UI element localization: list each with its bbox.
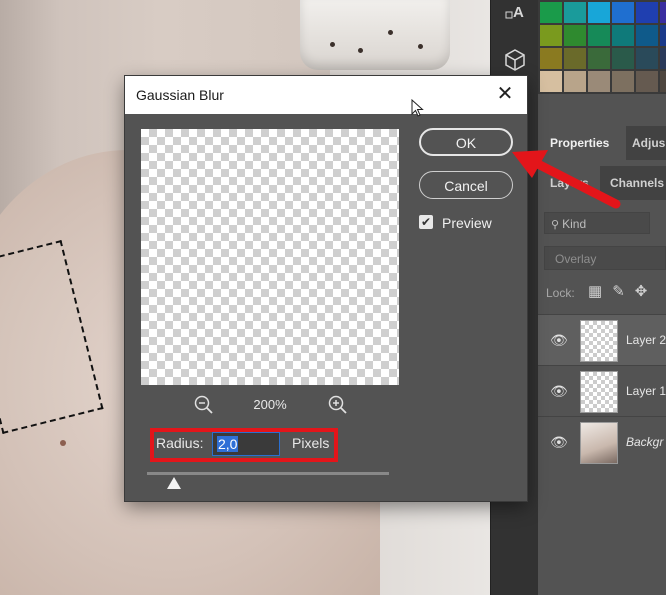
color-swatch[interactable] — [612, 71, 634, 92]
blur-preview-area[interactable] — [141, 129, 399, 385]
color-swatch[interactable] — [588, 25, 610, 46]
color-swatch[interactable] — [660, 2, 666, 23]
layer-name: Layer 1 — [626, 384, 666, 398]
color-swatch[interactable] — [564, 2, 586, 23]
eye-icon[interactable]: 👁︎ — [550, 434, 568, 451]
color-swatch[interactable] — [540, 71, 562, 92]
lock-move-icon[interactable]: ✥ — [635, 283, 658, 300]
color-swatch[interactable] — [540, 48, 562, 69]
svg-text:A: A — [513, 4, 524, 21]
color-swatch[interactable] — [636, 71, 658, 92]
eye-icon[interactable]: 👁︎ — [550, 383, 568, 400]
dialog-title: Gaussian Blur — [136, 87, 224, 103]
color-swatch[interactable] — [564, 25, 586, 46]
zoom-level: 200% — [253, 397, 287, 412]
lock-label: Lock: — [546, 286, 575, 300]
lock-brush-icon[interactable]: ✎ — [612, 283, 635, 300]
preview-checkbox[interactable]: ✔ — [419, 215, 433, 229]
color-swatch[interactable] — [588, 48, 610, 69]
color-swatch[interactable] — [660, 48, 666, 69]
cancel-button[interactable]: Cancel — [419, 171, 513, 199]
tab-adjustments[interactable]: Adjus — [632, 126, 666, 160]
gaussian-blur-dialog: Gaussian Blur ✕ 200% OK Cancel ✔ Preview… — [125, 76, 527, 501]
radius-value: 2,0 — [217, 436, 239, 452]
swatches-panel — [538, 0, 666, 94]
annotation-arrow-icon — [512, 150, 621, 209]
lock-transparency-icon[interactable]: ▦ — [588, 283, 612, 300]
watch-strap — [300, 0, 450, 70]
radius-slider-thumb[interactable] — [167, 477, 181, 489]
layer-thumbnail — [580, 320, 618, 362]
color-swatch[interactable] — [564, 71, 586, 92]
color-swatch[interactable] — [540, 25, 562, 46]
layer-row[interactable]: 👁︎ Layer 2 — [538, 314, 666, 365]
radius-input[interactable]: 2,0 — [212, 432, 280, 456]
text-tool-icon[interactable]: A — [504, 2, 526, 30]
color-swatch[interactable] — [660, 71, 666, 92]
color-swatch[interactable] — [636, 48, 658, 69]
color-swatch[interactable] — [636, 25, 658, 46]
eye-icon[interactable]: 👁︎ — [550, 332, 568, 349]
mouse-cursor-icon — [411, 99, 424, 117]
layer-row[interactable]: 👁︎ Backgr — [538, 416, 666, 467]
color-swatch[interactable] — [612, 25, 634, 46]
skin-mole — [60, 440, 66, 446]
color-swatch[interactable] — [636, 2, 658, 23]
dialog-titlebar[interactable]: Gaussian Blur ✕ — [125, 76, 527, 114]
color-swatch[interactable] — [612, 2, 634, 23]
color-swatch[interactable] — [588, 71, 610, 92]
layer-thumbnail — [580, 422, 618, 464]
zoom-in-icon[interactable] — [327, 394, 349, 416]
close-icon[interactable]: ✕ — [493, 82, 517, 106]
color-swatch[interactable] — [588, 2, 610, 23]
color-swatch[interactable] — [540, 2, 562, 23]
lock-icons: ▦✎✥ — [588, 282, 657, 300]
blend-mode-dropdown[interactable]: Overlay — [544, 246, 666, 270]
layer-thumbnail — [580, 371, 618, 413]
layer-row[interactable]: 👁︎ Layer 1 — [538, 365, 666, 416]
ok-button[interactable]: OK — [419, 128, 513, 156]
color-swatch[interactable] — [660, 25, 666, 46]
color-swatch[interactable] — [612, 48, 634, 69]
preview-label: Preview — [442, 215, 492, 231]
radius-label: Radius: — [156, 435, 204, 451]
layer-name: Backgr — [626, 435, 664, 449]
radius-unit-label: Pixels — [292, 435, 330, 451]
zoom-controls: 200% — [141, 394, 399, 416]
radius-slider-track[interactable] — [147, 472, 389, 475]
3d-cube-icon[interactable] — [504, 48, 526, 78]
layer-name: Layer 2 — [626, 333, 666, 347]
color-swatch[interactable] — [564, 48, 586, 69]
